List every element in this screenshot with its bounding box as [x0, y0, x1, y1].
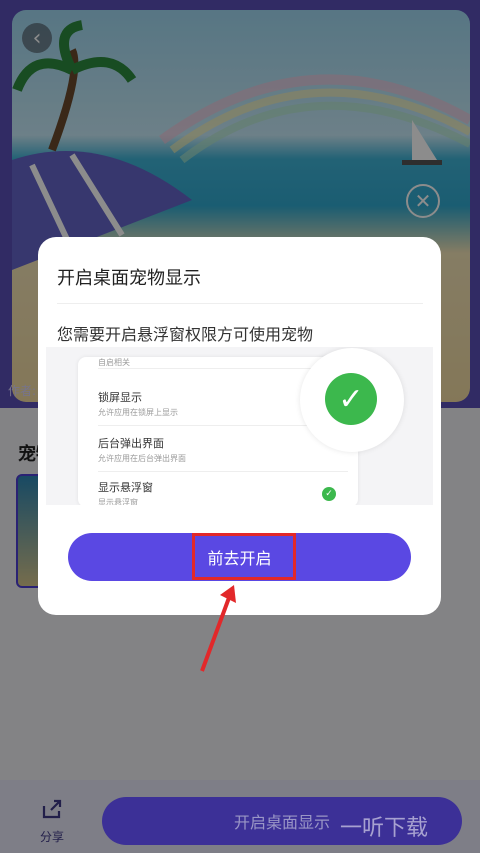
- share-button[interactable]: 分享: [36, 798, 68, 845]
- divider: [57, 303, 423, 304]
- checkmark-icon: ✓: [322, 487, 336, 501]
- share-label: 分享: [39, 830, 64, 844]
- permission-illustration: 自启相关 锁屏显示 允许应用在锁屏上显示 后台弹出界面 允许应用在后台弹出界面 …: [46, 347, 433, 505]
- watermark-text: 一听下载: [340, 816, 429, 841]
- setting-background-popup: 后台弹出界面 允许应用在后台弹出界面: [98, 435, 348, 472]
- checkmark-icon: ✓: [325, 373, 377, 425]
- setting-floating-window: 显示悬浮窗 显示悬浮窗 ✓: [98, 479, 348, 505]
- red-arrow-icon: [200, 585, 236, 672]
- check-bubble: ✓: [300, 348, 404, 452]
- share-icon: [42, 799, 62, 819]
- highlight-annotation: [192, 533, 296, 580]
- dialog-title: 开启桌面宠物显示: [57, 268, 201, 289]
- dialog-description: 您需要开启悬浮窗权限方可使用宠物: [57, 325, 314, 344]
